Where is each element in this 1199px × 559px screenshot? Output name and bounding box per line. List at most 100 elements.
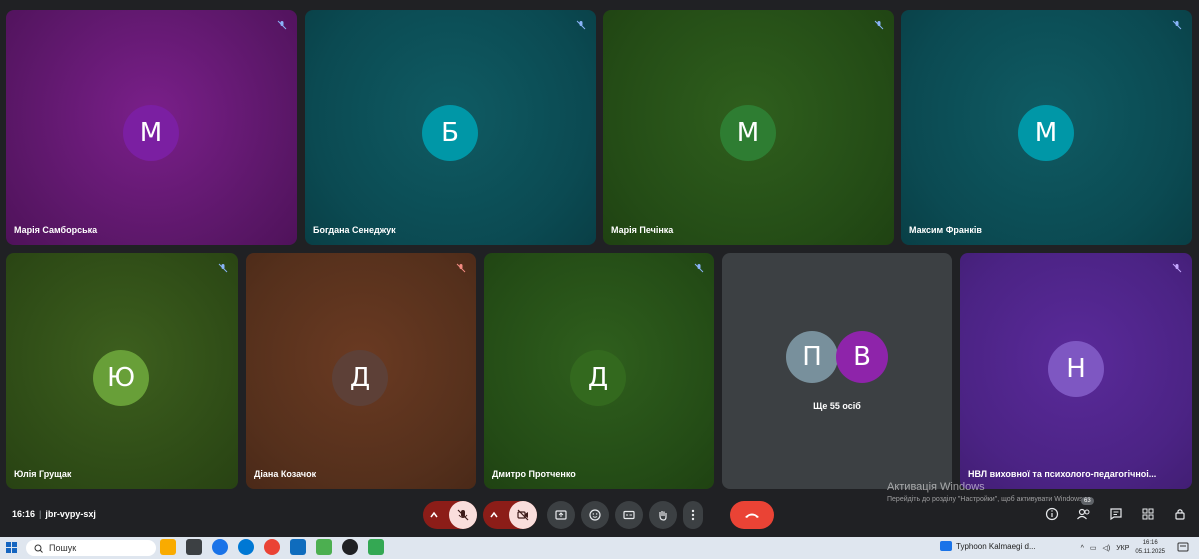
participant-name: Марія Самборська	[14, 225, 98, 235]
camera-toggle-button[interactable]	[509, 501, 537, 529]
participant-name: Марія Печінка	[611, 225, 674, 235]
host-controls-button[interactable]	[1171, 505, 1189, 523]
weather-icon	[940, 541, 952, 551]
network-icon[interactable]: ▭	[1090, 544, 1097, 552]
participant-tile[interactable]: М Марія Самборська	[6, 10, 297, 245]
mic-muted-icon	[872, 18, 886, 32]
chrome-icon[interactable]	[264, 539, 280, 555]
volume-icon[interactable]: ◁)	[1102, 544, 1110, 552]
people-icon	[1077, 508, 1090, 520]
people-button[interactable]: 63	[1075, 497, 1094, 523]
windows-start-icon[interactable]	[6, 542, 17, 553]
mic-control-group	[423, 501, 477, 529]
activities-button[interactable]	[1139, 505, 1157, 523]
participant-avatar: Д	[332, 350, 388, 406]
leave-call-button[interactable]	[730, 501, 774, 529]
chevron-up-icon[interactable]	[429, 510, 439, 520]
participant-name: Юлія Грущак	[14, 469, 72, 479]
chevron-up-icon[interactable]	[489, 510, 499, 520]
participant-name: Максим Франків	[909, 225, 982, 235]
raise-hand-button[interactable]	[649, 501, 677, 529]
participant-tile[interactable]: Д Діана Козачок	[246, 253, 476, 489]
system-tray: ^ ▭ ◁) УКР 16:16 05.11.2025	[1081, 539, 1165, 557]
participant-avatar: М	[720, 105, 776, 161]
more-participants-label: Ще 55 осіб	[813, 401, 861, 411]
meet-side-actions: 63	[1043, 497, 1189, 523]
present-screen-icon	[555, 510, 567, 520]
meet-stage: М Марія Самборська Б Богдана Сенеджук М …	[0, 0, 1199, 537]
mail-icon[interactable]	[290, 539, 306, 555]
task-view-icon[interactable]	[186, 539, 202, 555]
lock-person-icon	[1175, 509, 1185, 520]
watermark-title: Активація Windows	[887, 481, 985, 493]
reactions-button[interactable]	[581, 501, 609, 529]
participant-avatar: В	[836, 331, 888, 383]
participant-tile[interactable]: Н НВЛ виховної та психолого-педагогічноі…	[960, 253, 1192, 489]
meeting-details-button[interactable]	[1043, 505, 1061, 523]
participant-tile[interactable]: М Максим Франків	[901, 10, 1192, 245]
clock-time: 16:16	[1142, 540, 1158, 546]
mic-toggle-button[interactable]	[449, 501, 477, 529]
more-participants-tile[interactable]: П В Ще 55 осіб	[722, 253, 952, 489]
more-options-button[interactable]	[683, 501, 703, 529]
participant-name: Дмитро Протченко	[492, 469, 576, 479]
chat-icon	[1110, 508, 1122, 521]
taskbar-search[interactable]: Пошук	[26, 540, 156, 556]
participant-name: НВЛ виховної та психолого-педагогічноі..…	[968, 469, 1157, 479]
more-vert-icon	[691, 509, 695, 521]
chat-button[interactable]	[1107, 505, 1125, 523]
mic-off-icon	[457, 509, 469, 521]
participant-name: Діана Козачок	[254, 469, 317, 479]
meet-app-icon[interactable]	[368, 539, 384, 555]
windows-taskbar: Пошук Typhoon Kalmaegi d... ^ ▭ ◁) УКР 1…	[0, 537, 1199, 559]
mic-muted-icon	[1170, 18, 1184, 32]
taskbar-news-widget[interactable]: Typhoon Kalmaegi d...	[940, 541, 1036, 551]
notification-icon[interactable]	[1177, 542, 1189, 554]
taskbar-apps	[160, 539, 384, 555]
meet-control-bar: 16:16 | jbr-vypy-sxj 63	[0, 495, 1199, 537]
chevron-up-icon[interactable]: ^	[1081, 545, 1084, 552]
participant-avatar: М	[123, 105, 179, 161]
captions-button[interactable]	[615, 501, 643, 529]
captions-icon	[623, 510, 635, 520]
language-indicator[interactable]: УКР	[1116, 545, 1129, 552]
participant-avatar: Ю	[93, 350, 149, 406]
participant-tile[interactable]: Б Богдана Сенеджук	[305, 10, 596, 245]
mic-muted-icon	[275, 18, 289, 32]
participant-tile[interactable]: Д Дмитро Протченко	[484, 253, 714, 489]
news-widget-label: Typhoon Kalmaegi d...	[956, 541, 1036, 551]
edge-icon[interactable]	[212, 539, 228, 555]
app-icon[interactable]	[342, 539, 358, 555]
participants-count-badge: 63	[1081, 497, 1094, 505]
taskbar-clock[interactable]: 16:16 05.11.2025	[1135, 539, 1165, 557]
participant-avatar: Д	[570, 350, 626, 406]
mic-muted-icon	[216, 261, 230, 275]
participant-tile[interactable]: Ю Юлія Грущак	[6, 253, 238, 489]
participant-tile[interactable]: М Марія Печінка	[603, 10, 894, 245]
store-icon[interactable]	[316, 539, 332, 555]
mic-muted-icon	[1170, 261, 1184, 275]
participant-avatar: П	[786, 331, 838, 383]
emoji-icon	[589, 509, 601, 521]
mic-muted-icon	[692, 261, 706, 275]
clock-date: 05.11.2025	[1135, 549, 1165, 555]
hand-icon	[659, 511, 667, 521]
camera-control-group	[483, 501, 537, 529]
participant-avatar: Б	[422, 105, 478, 161]
hang-up-icon	[745, 513, 759, 518]
meeting-code: jbr-vypy-sxj	[45, 509, 96, 519]
present-screen-button[interactable]	[547, 501, 575, 529]
browser-icon[interactable]	[238, 539, 254, 555]
search-icon	[34, 544, 43, 553]
participant-avatar: Н	[1048, 341, 1104, 397]
copilot-icon[interactable]	[160, 539, 176, 555]
meeting-time: 16:16	[12, 509, 36, 519]
info-icon	[1045, 507, 1059, 521]
mic-muted-icon	[454, 261, 468, 275]
mic-muted-icon	[574, 18, 588, 32]
search-placeholder: Пошук	[49, 543, 77, 553]
camera-off-icon	[517, 509, 529, 521]
participant-name: Богдана Сенеджук	[313, 225, 396, 235]
apps-grid-icon	[1142, 508, 1154, 520]
meeting-info: 16:16 | jbr-vypy-sxj	[12, 509, 96, 519]
